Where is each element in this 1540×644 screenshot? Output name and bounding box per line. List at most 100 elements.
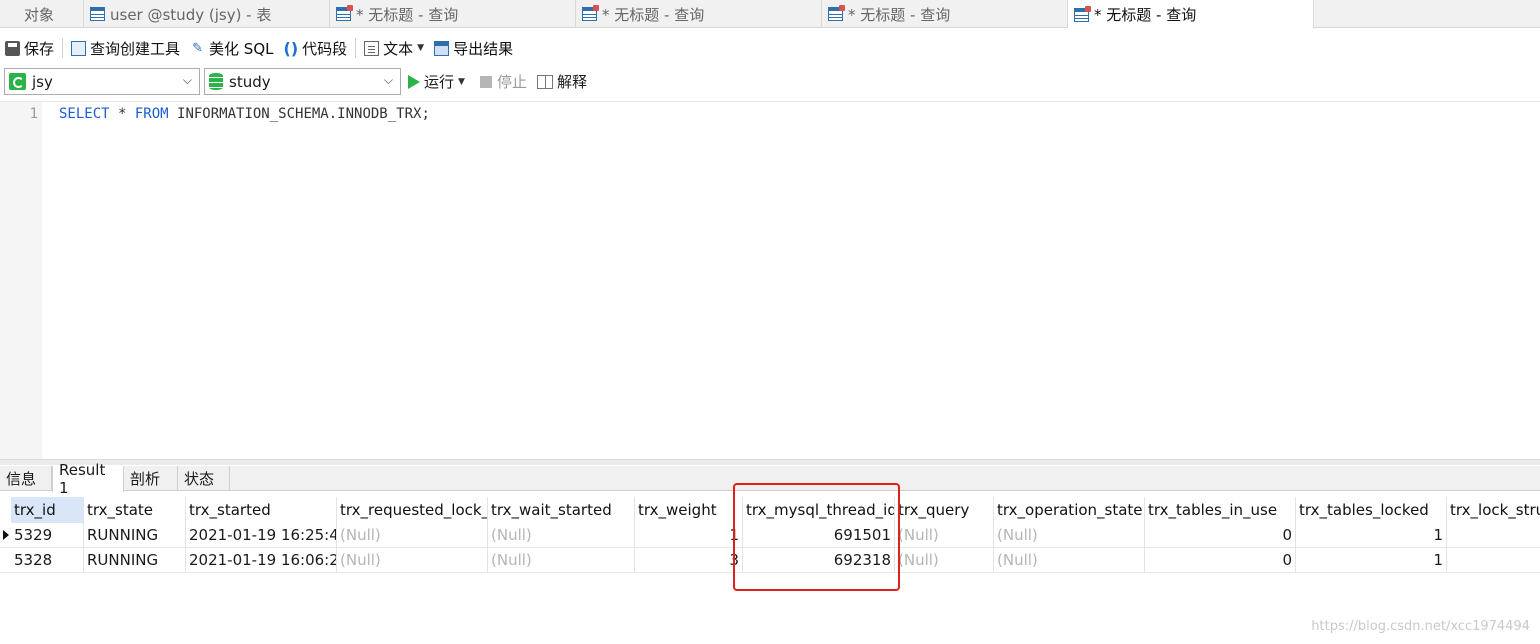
cell-trx-id[interactable]: 5328	[11, 548, 84, 572]
watermark: https://blog.csdn.net/xcc1974494	[1311, 619, 1530, 634]
explain-icon	[537, 74, 553, 89]
column-header-trx-weight[interactable]: trx_weight	[635, 497, 743, 523]
export-results-button[interactable]: 导出结果	[429, 38, 518, 59]
beautify-sql-button[interactable]: ✎ 美化 SQL	[185, 38, 278, 59]
cell-trx-query[interactable]: (Null)	[895, 548, 994, 572]
column-header-trx-started[interactable]: trx_started	[186, 497, 337, 523]
stop-button[interactable]: 停止	[480, 71, 527, 92]
text-mode-button[interactable]: 文本 ▼	[359, 38, 429, 59]
cell-trx-mysql-thread-id[interactable]: 692318	[743, 548, 895, 572]
stop-icon	[480, 75, 492, 88]
database-value: study	[229, 72, 271, 91]
sql-keyword-from: FROM	[134, 106, 169, 122]
column-header-trx-operation-state[interactable]: trx_operation_state	[994, 497, 1145, 523]
tab-label: user @study (jsy) - 表	[110, 5, 272, 24]
connection-icon	[9, 73, 26, 90]
cell-trx-state[interactable]: RUNNING	[84, 548, 186, 572]
query-icon	[336, 5, 353, 21]
connection-value: jsy	[32, 72, 53, 91]
tab-objects[interactable]: 对象	[0, 0, 84, 28]
toolbar-divider	[355, 38, 357, 58]
table-row[interactable]: 5329 RUNNING 2021-01-19 16:25:48 (Null) …	[0, 523, 1540, 548]
result-tabs: 信息 Result 1 剖析 状态	[0, 461, 1540, 497]
cell-trx-tables-locked[interactable]: 1	[1296, 548, 1447, 572]
cell-trx-operation-state[interactable]: (Null)	[994, 548, 1145, 572]
tab-user-table[interactable]: user @study (jsy) - 表	[84, 0, 330, 28]
cell-trx-query[interactable]: (Null)	[895, 523, 994, 547]
column-header-trx-query[interactable]: trx_query	[895, 497, 994, 523]
query-icon	[582, 5, 599, 21]
cell-trx-started[interactable]: 2021-01-19 16:06:23	[186, 548, 337, 572]
tab-query-1[interactable]: * 无标题 - 查询	[330, 0, 576, 28]
sql-star: *	[109, 106, 135, 122]
cell-trx-requested-lock[interactable]: (Null)	[337, 548, 488, 572]
column-header-trx-requested-lock[interactable]: trx_requested_lock_	[337, 497, 488, 523]
document-tab-bar: 对象 user @study (jsy) - 表 * 无标题 - 查询 * 无标…	[0, 0, 1540, 29]
cell-trx-tables-in-use[interactable]: 0	[1145, 548, 1296, 572]
cell-trx-weight[interactable]: 3	[635, 548, 743, 572]
sql-code-line[interactable]: SELECT * FROM INFORMATION_SCHEMA.INNODB_…	[59, 106, 430, 122]
tab-label: * 无标题 - 查询	[356, 5, 459, 24]
chevron-down-icon: ⌵	[383, 73, 393, 87]
tab-label: * 无标题 - 查询	[602, 5, 705, 24]
tab-info[interactable]: 信息	[0, 466, 52, 491]
connection-select[interactable]: jsy ⌵	[4, 68, 200, 95]
query-builder-button[interactable]: 查询创建工具	[66, 38, 185, 59]
cell-trx-tables-locked[interactable]: 1	[1296, 523, 1447, 547]
cell-trx-weight[interactable]: 1	[635, 523, 743, 547]
query-control-bar: jsy ⌵ study ⌵ 运行 ▼ 停止 解释	[0, 66, 1540, 97]
column-header-trx-wait-started[interactable]: trx_wait_started	[488, 497, 635, 523]
cell-trx-id[interactable]: 5329	[11, 523, 84, 547]
magic-wand-icon: ✎	[192, 40, 203, 56]
tab-query-3[interactable]: * 无标题 - 查询	[822, 0, 1068, 28]
cell-trx-mysql-thread-id[interactable]: 691501	[743, 523, 895, 547]
column-header-trx-lock-structs[interactable]: trx_lock_stru	[1447, 497, 1540, 523]
explain-button[interactable]: 解释	[537, 71, 587, 92]
sql-editor[interactable]: 1 SELECT * FROM INFORMATION_SCHEMA.INNOD…	[0, 101, 1540, 462]
editor-result-splitter[interactable]	[0, 459, 1540, 465]
column-header-trx-mysql-thread-id[interactable]: trx_mysql_thread_id	[743, 497, 895, 523]
database-select[interactable]: study ⌵	[204, 68, 401, 95]
chevron-down-icon: ▼	[458, 76, 465, 87]
sql-table-name: INFORMATION_SCHEMA.INNODB_TRX;	[168, 106, 430, 122]
query-toolbar: 保存 查询创建工具 ✎ 美化 SQL () 代码段 文本 ▼ 导出结果	[0, 33, 1540, 63]
cell-trx-tables-in-use[interactable]: 0	[1145, 523, 1296, 547]
code-snippet-button[interactable]: () 代码段	[279, 38, 353, 59]
cell-trx-wait-started[interactable]: (Null)	[488, 548, 635, 572]
cell-trx-state[interactable]: RUNNING	[84, 523, 186, 547]
tab-result-1[interactable]: Result 1	[52, 461, 124, 497]
column-header-trx-tables-in-use[interactable]: trx_tables_in_use	[1145, 497, 1296, 523]
save-button[interactable]: 保存	[0, 38, 59, 59]
toolbar-divider	[62, 38, 64, 58]
tab-label: 对象	[24, 5, 55, 24]
tab-query-active[interactable]: * 无标题 - 查询	[1068, 0, 1314, 29]
cell-trx-wait-started[interactable]: (Null)	[488, 523, 635, 547]
cell-trx-lock-structs[interactable]	[1447, 523, 1540, 547]
query-builder-icon	[71, 40, 87, 56]
cell-trx-started[interactable]: 2021-01-19 16:25:48	[186, 523, 337, 547]
line-number-gutter: 1	[0, 102, 42, 462]
document-icon	[364, 40, 380, 56]
tab-label: * 无标题 - 查询	[848, 5, 951, 24]
play-icon	[408, 74, 420, 89]
run-button[interactable]: 运行 ▼	[408, 71, 465, 92]
cell-trx-operation-state[interactable]: (Null)	[994, 523, 1145, 547]
column-header-trx-tables-locked[interactable]: trx_tables_locked	[1296, 497, 1447, 523]
tab-query-2[interactable]: * 无标题 - 查询	[576, 0, 822, 28]
query-icon	[828, 5, 845, 21]
tab-label: * 无标题 - 查询	[1094, 6, 1197, 24]
sql-keyword-select: SELECT	[59, 106, 110, 122]
tab-status[interactable]: 状态	[178, 466, 230, 491]
cell-trx-lock-structs[interactable]	[1447, 548, 1540, 572]
line-number: 1	[29, 106, 38, 122]
grid-header-row: trx_id trx_state trx_started trx_request…	[0, 497, 1540, 523]
parentheses-icon: ()	[283, 38, 299, 58]
chevron-down-icon: ⌵	[182, 73, 192, 87]
current-row-indicator-icon	[3, 530, 9, 540]
table-row[interactable]: 5328 RUNNING 2021-01-19 16:06:23 (Null) …	[0, 548, 1540, 573]
cell-trx-requested-lock[interactable]: (Null)	[337, 523, 488, 547]
tab-profile[interactable]: 剖析	[124, 466, 178, 491]
column-header-trx-state[interactable]: trx_state	[84, 497, 186, 523]
column-header-trx-id[interactable]: trx_id	[11, 497, 84, 523]
query-icon	[1074, 5, 1091, 22]
